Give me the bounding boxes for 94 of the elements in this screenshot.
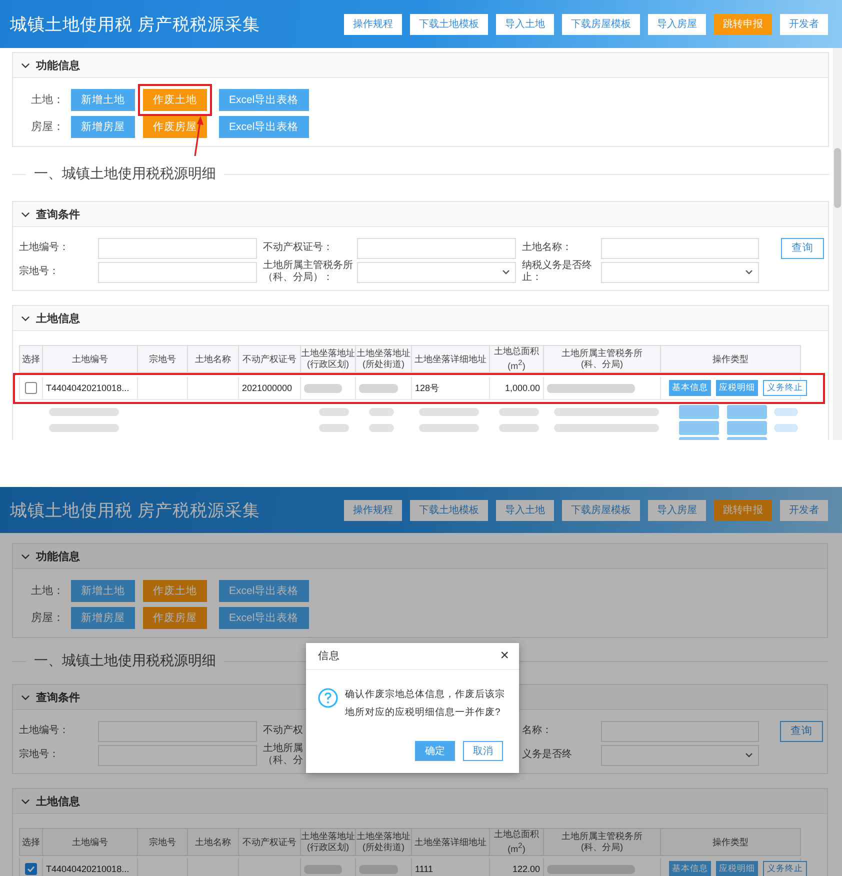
column-header: 选择 [19,345,43,373]
field-label: 不动产权证号： [263,242,333,254]
header-button[interactable]: 下载土地模板 [410,500,488,520]
action-button[interactable]: 作废房屋 [143,606,207,628]
section-title: 一、城镇土地使用税税源明细 [34,652,216,670]
table-cell: T44040420210018... [46,864,130,874]
column-header: 不动产权证号 [239,828,301,856]
table-cell: 122.00 [512,864,540,874]
action-button[interactable]: Excel导出表格 [219,88,309,110]
header-button[interactable]: 导入房屋 [648,14,706,34]
panel-title: 功能信息 [36,550,80,564]
close-button[interactable]: × [498,648,511,664]
table-cell: 1,000.00 [504,383,540,393]
header-button[interactable]: 下载房屋模板 [562,14,640,34]
column-header: 土地编号 [43,345,138,373]
panel-title: 查询条件 [36,208,80,222]
column-header: 土地坐落地址 (行政区划) [301,828,356,856]
column-header: 宗地号 [138,345,188,373]
header-button[interactable]: 下载房屋模板 [562,500,640,520]
row-label: 房屋： [31,120,63,134]
header-button[interactable]: 跳转申报 [714,500,772,520]
field-label: 纳税义务是否终止： [522,260,593,284]
dialog-button[interactable]: 确定 [415,741,455,761]
column-header: 选择 [19,828,43,856]
page-title: 城镇土地使用税 房产税税源采集 [10,14,260,36]
column-header: 土地所属主管税务所 (科、分局) [544,828,661,856]
action-button[interactable]: 新增房屋 [71,116,135,138]
panel-title: 功能信息 [36,58,80,72]
header-button[interactable]: 导入土地 [496,14,554,34]
header-button[interactable]: 开发者 [780,500,828,520]
header-button[interactable]: 下载土地模板 [410,14,488,34]
action-button[interactable]: 新增土地 [71,580,135,602]
field-label: 土地所属主管税务所（科、分局）： [263,260,354,284]
field-label: 名称： [522,725,552,737]
panel-title: 土地信息 [36,794,80,808]
action-button[interactable]: 作废土地 [143,88,207,110]
row-action-button[interactable]: 义务终止 [763,380,807,396]
column-header: 土地坐落详细地址 [412,345,490,373]
action-button[interactable]: 作废土地 [143,580,207,602]
dialog-title: 信息 [318,649,340,663]
row-label: 房屋： [31,610,63,625]
field-label: 义务是否终 [522,749,572,761]
column-header: 土地坐落地址 (所处街道) [356,828,412,856]
row-action-button[interactable]: 应税明细 [716,861,758,876]
row-action-button[interactable]: 基本信息 [669,861,711,876]
row-label: 土地： [31,584,63,598]
search-button[interactable]: 查询 [780,720,823,742]
panel-title: 查询条件 [36,690,80,704]
table-cell: 1111 [415,864,434,874]
action-button[interactable]: 新增土地 [71,88,135,110]
header-button[interactable]: 导入房屋 [648,500,706,520]
column-header: 宗地号 [138,828,188,856]
column-header: 操作类型 [661,828,801,856]
column-header: 土地名称 [188,345,239,373]
table-cell: 2021000000 [242,383,292,393]
column-header: 不动产权证号 [239,345,301,373]
section-title: 一、城镇土地使用税税源明细 [34,165,216,183]
header-button[interactable]: 导入土地 [496,500,554,520]
dialog-button[interactable]: 取消 [463,741,503,761]
header-button[interactable]: 开发者 [780,14,828,34]
action-button[interactable]: 作废房屋 [143,116,207,138]
table-cell: T44040420210018... [46,383,130,393]
row-action-button[interactable]: 义务终止 [763,861,807,876]
column-header: 土地所属主管税务所 (科、分局) [544,345,661,373]
column-header: 土地坐落地址 (行政区划) [301,345,356,373]
panel-title: 土地信息 [36,312,80,326]
field-label: 宗地号： [19,266,59,278]
action-button[interactable]: 新增房屋 [71,606,135,628]
action-button[interactable]: Excel导出表格 [219,606,309,628]
page-title: 城镇土地使用税 房产税税源采集 [10,500,260,522]
field-label: 土地编号： [19,242,69,254]
column-header: 土地编号 [43,828,138,856]
header-button[interactable]: 操作规程 [344,500,402,520]
action-button[interactable]: Excel导出表格 [219,580,309,602]
column-header: 土地坐落详细地址 [412,828,490,856]
search-button[interactable]: 查询 [781,238,824,258]
field-label: 土地名称： [522,242,572,254]
row-action-button[interactable]: 基本信息 [669,380,711,396]
field-label: 宗地号： [19,749,59,761]
header-button[interactable]: 操作规程 [344,14,402,34]
action-button[interactable]: Excel导出表格 [219,116,309,138]
dialog-message: 确认作废宗地总体信息，作废后该宗地所对应的应税明细信息一并作废? [345,688,506,720]
column-header: 操作类型 [661,345,801,373]
table-cell: 128号 [415,382,440,394]
row-action-button[interactable]: 应税明细 [716,380,758,396]
field-label: 土地编号： [19,725,69,737]
column-header: 土地总面积 (m$^{2}$) [490,345,544,373]
row-label: 土地： [31,93,63,107]
field-label: 土地所属（科、分 [263,743,304,767]
column-header: 土地坐落地址 (所处街道) [356,345,412,373]
field-label: 不动产权 [263,725,303,737]
column-header: 土地总面积 (m$^{2}$) [490,828,544,856]
header-button[interactable]: 跳转申报 [714,14,772,34]
column-header: 土地名称 [188,828,239,856]
